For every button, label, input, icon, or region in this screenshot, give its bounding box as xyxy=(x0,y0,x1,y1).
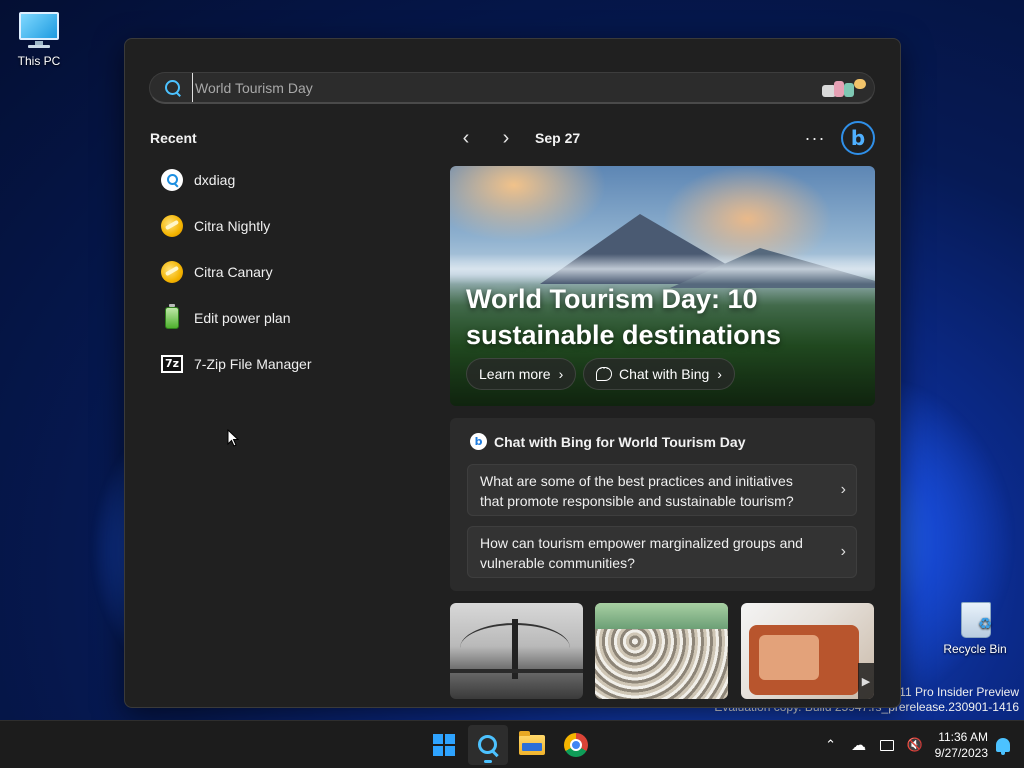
thumbnail-beach[interactable] xyxy=(595,603,728,699)
previous-day-button[interactable]: ‹ xyxy=(450,122,482,154)
7zip-icon: 7z xyxy=(160,352,184,376)
chevron-right-icon: › xyxy=(502,126,510,149)
show-hidden-icons-button[interactable]: ⌃ xyxy=(817,729,845,761)
desktop-icon-recycle-bin[interactable]: ♻ Recycle Bin xyxy=(939,598,1011,656)
thumbnail-bridge[interactable] xyxy=(450,603,583,699)
recent-item-label: 7-Zip File Manager xyxy=(194,356,312,372)
hero-card[interactable]: World Tourism Day: 10 sustainable destin… xyxy=(450,166,875,406)
chevron-right-icon: › xyxy=(840,481,846,498)
chat-question-2[interactable]: How can tourism empower marginalized gro… xyxy=(467,526,857,578)
next-day-button[interactable]: › xyxy=(490,122,522,154)
folder-icon xyxy=(519,731,545,755)
computer-icon xyxy=(17,10,61,50)
taskbar-search-button[interactable] xyxy=(468,725,508,765)
thumbnail-suitcase[interactable]: ▶ xyxy=(741,603,874,699)
bing-icon: b xyxy=(470,433,487,450)
clock[interactable]: 11:36 AM 9/27/2023 xyxy=(935,729,988,761)
citra-icon xyxy=(160,214,184,238)
file-explorer-button[interactable] xyxy=(512,725,552,765)
more-icon: ··· xyxy=(804,127,826,148)
taskbar-apps xyxy=(424,725,596,765)
recent-item-citra-canary[interactable]: Citra Canary xyxy=(149,249,419,295)
search-input[interactable] xyxy=(192,73,820,102)
citra-icon xyxy=(160,260,184,284)
search-icon xyxy=(477,734,499,756)
chat-with-bing-button[interactable]: Chat with Bing › xyxy=(583,358,735,390)
volume-muted-icon: 🔇 xyxy=(906,737,923,752)
chat-bubble-icon xyxy=(596,361,612,381)
windows-logo-icon xyxy=(433,734,455,756)
recent-heading: Recent xyxy=(150,130,197,146)
recycle-bin-icon: ♻ xyxy=(953,598,997,638)
onedrive-status-button[interactable]: ☁ xyxy=(845,729,873,761)
recent-item-citra-nightly[interactable]: Citra Nightly xyxy=(149,203,419,249)
chevron-right-icon: › xyxy=(717,366,722,382)
chrome-button[interactable] xyxy=(556,725,596,765)
start-button[interactable] xyxy=(424,725,464,765)
battery-icon xyxy=(160,304,184,330)
bing-chat-button[interactable]: b xyxy=(841,121,875,155)
volume-button[interactable]: 🔇 xyxy=(901,729,929,761)
recent-list: dxdiag Citra Nightly Citra Canary Edit p… xyxy=(149,157,419,387)
chevron-left-icon: ‹ xyxy=(462,126,470,149)
recent-item-dxdiag[interactable]: dxdiag xyxy=(149,157,419,203)
bing-icon: b xyxy=(850,126,866,150)
bing-chat-card: b Chat with Bing for World Tourism Day W… xyxy=(450,418,875,591)
chat-card-heading: b Chat with Bing for World Tourism Day xyxy=(470,433,745,450)
desktop-icon-label: Recycle Bin xyxy=(943,642,1007,656)
notification-bell-icon[interactable] xyxy=(996,738,1010,755)
network-icon xyxy=(879,739,894,751)
highlight-date: Sep 27 xyxy=(535,130,581,146)
scroll-right-icon[interactable]: ▶ xyxy=(858,663,874,699)
taskbar: ⌃ ☁ 🔇 11:36 AM 9/27/2023 xyxy=(0,720,1024,768)
learn-more-button[interactable]: Learn more › xyxy=(466,358,577,390)
highlights-nav: ‹ › Sep 27 ··· b xyxy=(450,121,875,155)
mouse-cursor-icon xyxy=(227,428,240,453)
search-box[interactable] xyxy=(149,72,875,104)
system-tray: ⌃ ☁ 🔇 11:36 AM 9/27/2023 xyxy=(817,721,1024,768)
recent-item-label: dxdiag xyxy=(194,172,236,188)
desktop-icon-label: This PC xyxy=(17,54,61,68)
more-options-button[interactable]: ··· xyxy=(799,122,831,154)
hero-title: World Tourism Day: 10 sustainable destin… xyxy=(466,284,782,350)
chat-question-1[interactable]: What are some of the best practices and … xyxy=(467,464,857,516)
recent-item-7zip[interactable]: 7z 7-Zip File Manager xyxy=(149,341,419,387)
desktop-icon-this-pc[interactable]: This PC xyxy=(3,10,75,68)
search-result-icon xyxy=(160,168,184,192)
search-icon xyxy=(164,79,182,97)
network-button[interactable] xyxy=(873,729,901,761)
recent-item-label: Citra Nightly xyxy=(194,218,271,234)
chrome-icon xyxy=(564,733,588,757)
chevron-right-icon: › xyxy=(840,543,846,560)
recent-item-edit-power-plan[interactable]: Edit power plan xyxy=(149,295,419,341)
recent-item-label: Citra Canary xyxy=(194,264,273,280)
chevron-up-icon: ⌃ xyxy=(825,737,837,752)
chevron-right-icon: › xyxy=(558,366,564,382)
search-flyout: Recent dxdiag Citra Nightly Citra Canary… xyxy=(124,38,901,708)
recent-item-label: Edit power plan xyxy=(194,310,291,326)
cloud-icon: ☁ xyxy=(851,737,867,754)
travel-doodle-icon[interactable] xyxy=(820,75,868,101)
thumbnail-strip: ▶ xyxy=(450,603,875,703)
